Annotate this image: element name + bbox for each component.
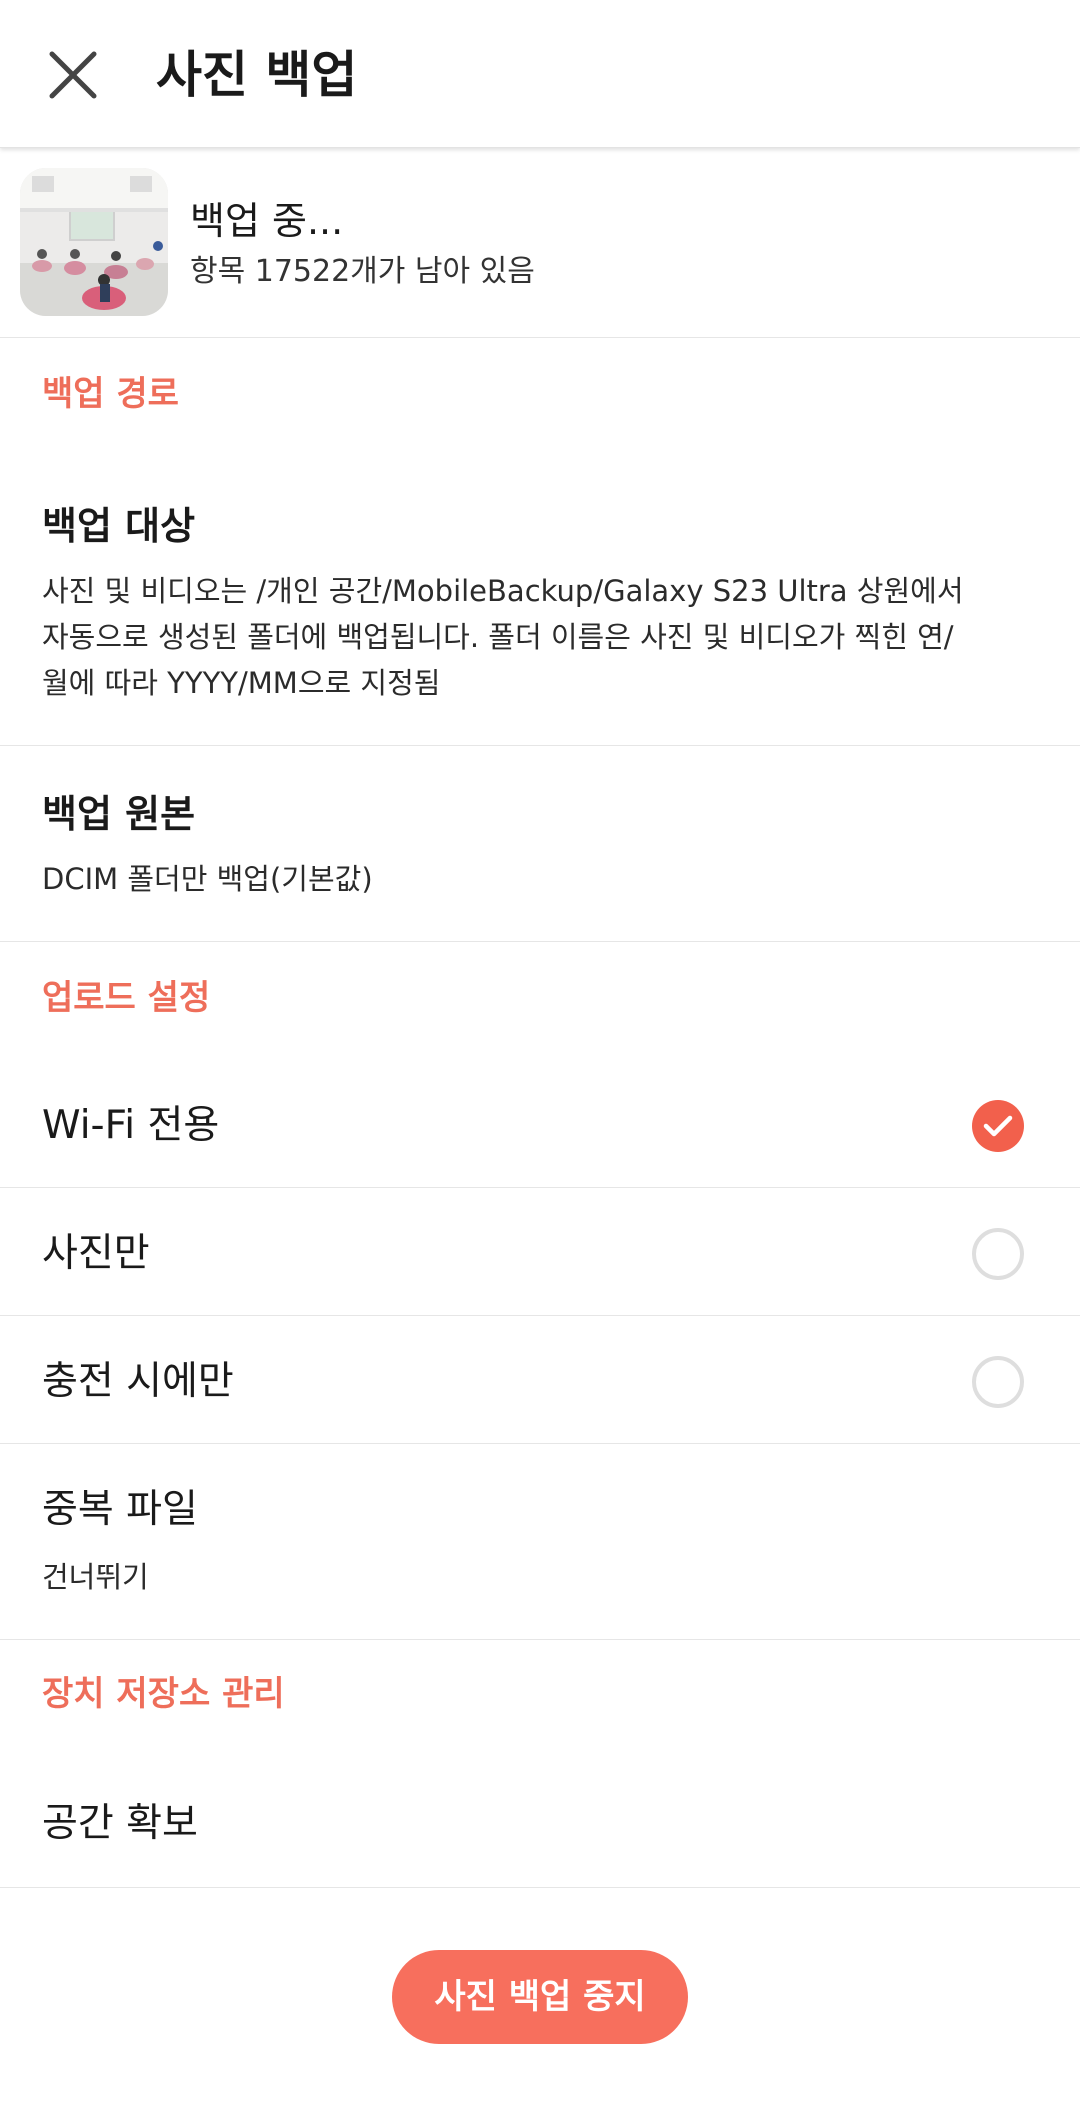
close-icon <box>49 51 97 99</box>
backup-target-desc-line2: 자동으로 생성된 폴더에 백업됩니다. 폴더 이름은 사진 및 비디오가 찍힌 … <box>42 620 954 654</box>
option-wifi-only-label: Wi-Fi 전용 <box>42 1103 220 1148</box>
page-title: 사진 백업 <box>156 46 358 104</box>
photos-only-checkbox[interactable] <box>972 1228 1024 1280</box>
top-app-bar: 사진 백업 <box>0 0 1080 148</box>
stop-backup-button[interactable]: 사진 백업 중지 <box>392 1950 688 2044</box>
backup-target-item[interactable]: 백업 대상 사진 및 비디오는 /개인 공간/MobileBackup/Gala… <box>0 470 1080 746</box>
photo-thumbnail <box>20 168 168 316</box>
option-photos-only-label: 사진만 <box>42 1231 150 1276</box>
option-charging-only-label: 충전 시에만 <box>42 1359 234 1404</box>
backup-source-value: DCIM 폴더만 백업(기본값) <box>42 862 373 896</box>
checkmark-icon <box>983 1115 1013 1137</box>
option-charging-only[interactable]: 충전 시에만 <box>0 1316 1080 1444</box>
free-space-title: 공간 확보 <box>42 1801 198 1846</box>
section-header-backup-path: 백업 경로 <box>42 374 179 414</box>
free-space-item[interactable]: 공간 확보 <box>0 1756 1080 1888</box>
app-root: 사진 백업 백업 중... 항목 17522개가 남아 있음 백업 경로 백업 … <box>0 0 1080 2116</box>
section-header-upload-settings: 업로드 설정 <box>42 978 211 1018</box>
backup-source-item[interactable]: 백업 원본 DCIM 폴더만 백업(기본값) <box>0 746 1080 942</box>
duplicates-title: 중복 파일 <box>42 1487 198 1532</box>
option-photos-only[interactable]: 사진만 <box>0 1188 1080 1316</box>
backup-status-row: 백업 중... 항목 17522개가 남아 있음 <box>0 150 1080 338</box>
status-title: 백업 중... <box>190 199 344 243</box>
backup-source-title: 백업 원본 <box>42 792 196 836</box>
backup-target-desc-line1: 사진 및 비디오는 /개인 공간/MobileBackup/Galaxy S23… <box>42 574 964 608</box>
wifi-only-checkbox[interactable] <box>972 1100 1024 1152</box>
backup-target-desc-line3: 월에 따라 YYYY/MM으로 지정됨 <box>42 666 441 700</box>
duplicates-item[interactable]: 중복 파일 건너뛰기 <box>0 1444 1080 1640</box>
charging-only-checkbox[interactable] <box>972 1356 1024 1408</box>
backup-target-title: 백업 대상 <box>42 504 196 548</box>
status-remaining: 항목 17522개가 남아 있음 <box>190 254 535 289</box>
section-header-storage: 장치 저장소 관리 <box>42 1674 285 1714</box>
option-wifi-only[interactable]: Wi-Fi 전용 <box>0 1060 1080 1188</box>
close-button[interactable] <box>42 44 104 106</box>
duplicates-value: 건너뛰기 <box>42 1560 149 1594</box>
